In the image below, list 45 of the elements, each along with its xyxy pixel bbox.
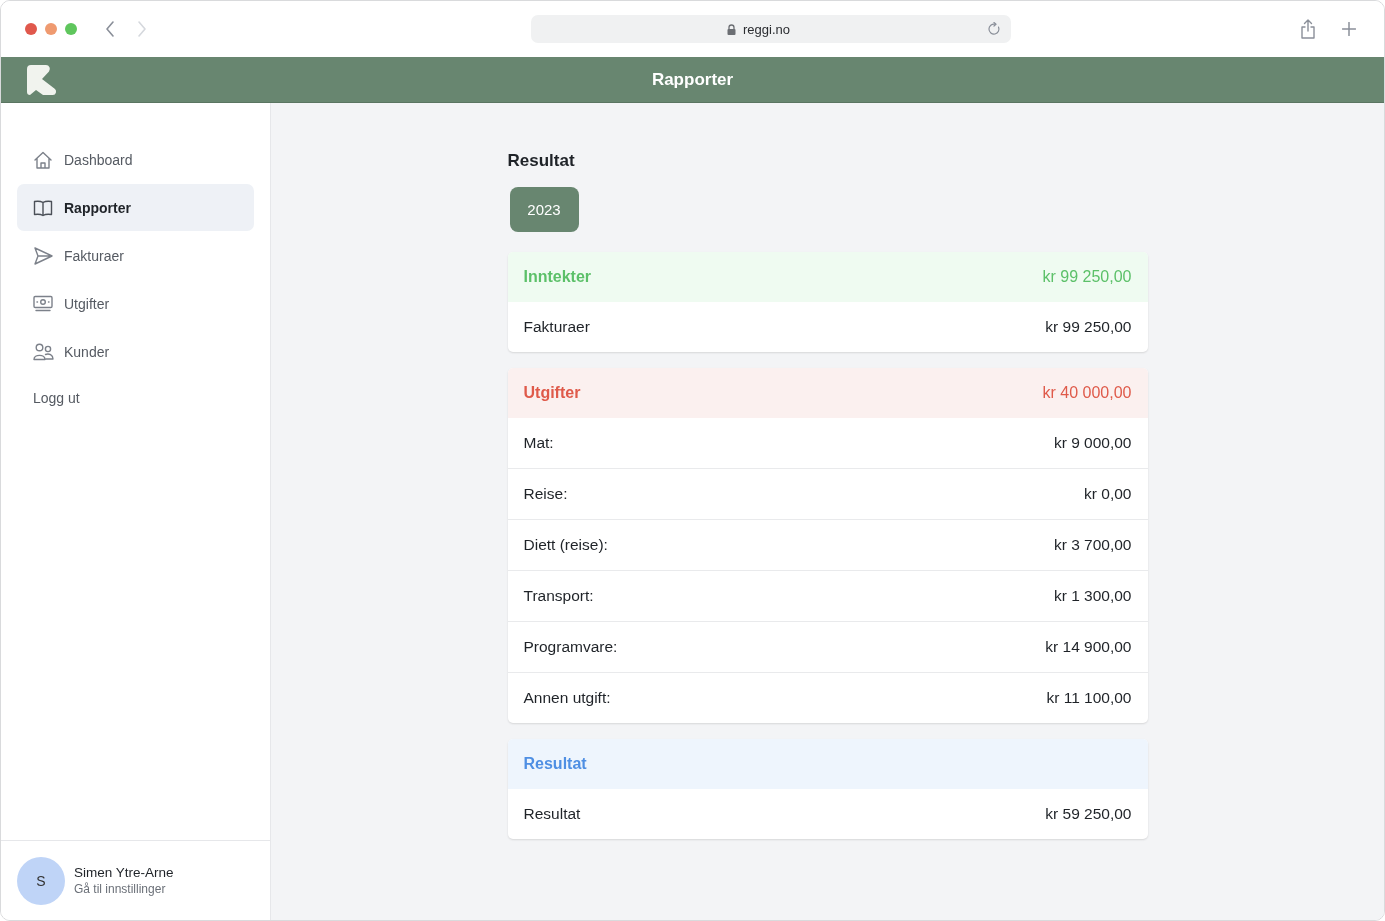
row-amount: kr 99 250,00 xyxy=(1045,318,1132,336)
row-label: Mat: xyxy=(523,434,554,452)
row-amount: kr 3 700,00 xyxy=(1053,536,1132,554)
url-text: reggi.no xyxy=(743,21,790,37)
share-icon[interactable] xyxy=(1300,19,1316,39)
logo-icon[interactable] xyxy=(27,64,57,95)
row-label: Resultat xyxy=(523,805,581,823)
row-amount: kr 1 300,00 xyxy=(1053,587,1132,605)
reload-icon[interactable] xyxy=(986,22,1001,36)
sidebar-item[interactable]: Utgifter xyxy=(17,280,254,327)
category-title: Resultat xyxy=(523,755,587,773)
row-label: Transport: xyxy=(523,587,594,605)
row-amount: kr 14 900,00 xyxy=(1045,638,1132,656)
row-label: Diett (reise): xyxy=(523,536,608,554)
user-name: Simen Ytre-Arne xyxy=(74,865,174,880)
paper-plane-icon xyxy=(33,245,55,266)
sidebar-item[interactable]: Fakturaer xyxy=(17,232,254,279)
category-total: kr 99 250,00 xyxy=(1042,268,1132,286)
banknote-icon xyxy=(33,293,55,314)
settings-link[interactable]: Gå til innstillinger xyxy=(74,882,174,896)
address-bar[interactable]: reggi.no xyxy=(530,15,1011,43)
sidebar-item[interactable]: Rapporter xyxy=(17,184,254,231)
lock-icon xyxy=(727,23,736,35)
category-title: Utgifter xyxy=(523,384,581,402)
category-title: Inntekter xyxy=(523,268,592,286)
window-controls-icon xyxy=(25,23,77,35)
user-avatar[interactable]: S xyxy=(17,856,65,905)
row-label: Programvare: xyxy=(523,638,618,656)
row-amount: kr 0,00 xyxy=(1084,485,1132,503)
row-amount: kr 59 250,00 xyxy=(1045,805,1132,823)
new-tab-icon[interactable] xyxy=(1342,22,1356,36)
row-label: Fakturaer xyxy=(523,318,590,336)
back-icon[interactable] xyxy=(105,20,115,38)
row-amount: kr 11 100,00 xyxy=(1046,689,1132,707)
category-total: kr 40 000,00 xyxy=(1042,384,1132,402)
page-title: Rapporter xyxy=(650,69,735,90)
row-label: Reise: xyxy=(523,485,568,503)
logout-link[interactable]: Logg ut xyxy=(17,376,254,420)
row-amount: kr 9 000,00 xyxy=(1053,434,1132,452)
sidebar-item[interactable]: Kunder xyxy=(17,328,254,375)
row-label: Annen utgift: xyxy=(523,689,611,707)
sidebar-item[interactable]: Dashboard xyxy=(17,136,254,183)
year-button[interactable]: 2023 xyxy=(509,187,579,232)
section-heading: Resultat xyxy=(507,151,576,171)
users-icon xyxy=(33,341,55,362)
